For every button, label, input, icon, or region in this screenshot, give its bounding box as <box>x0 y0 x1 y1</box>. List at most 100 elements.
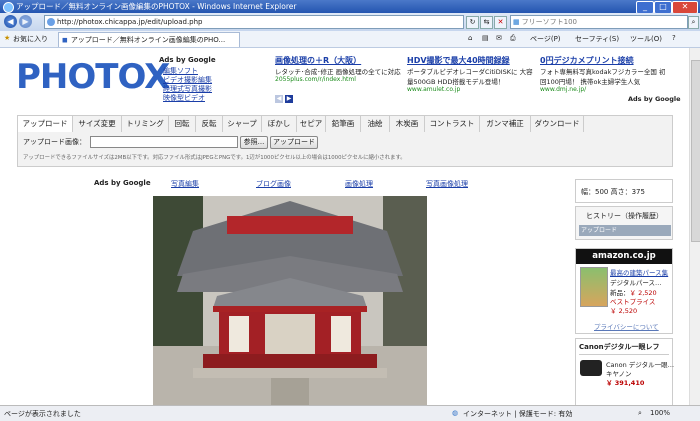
camera-image[interactable] <box>580 360 602 376</box>
divider <box>579 354 669 355</box>
mail-icon[interactable]: ✉ <box>496 34 502 42</box>
home-icon[interactable]: ⌂ <box>468 34 472 42</box>
ads-by-google-label-3[interactable]: Ads by Google <box>94 179 151 187</box>
status-text: ページが表示されました <box>4 410 81 418</box>
tab-sharp[interactable]: シャープ <box>223 116 262 132</box>
ad-link-image-processing[interactable]: 画像処理 <box>345 179 373 189</box>
feed-icon[interactable]: ▤ <box>482 34 489 42</box>
privacy-link[interactable]: プライバシーについて <box>594 321 659 331</box>
upload-button[interactable]: アップロード <box>270 136 318 149</box>
back-icon[interactable]: ◀ <box>4 15 17 28</box>
ad-title[interactable]: 0円デジカメプリント接続 <box>540 55 668 66</box>
favorites-button[interactable]: お気に入り <box>13 34 48 44</box>
ad-text: フォト専無料写真kodakフジカラー全国 初回100円場！ 携帯ok主婦学生人気 <box>540 68 666 86</box>
ad-block-1[interactable]: 画像処理の＋R（大阪） レタッチ･合成･修正 画像処理の全てに対応 2055pl… <box>275 55 401 83</box>
tab-sepia[interactable]: セピア <box>297 116 326 132</box>
tab-oil[interactable]: 油絵 <box>361 116 390 132</box>
ad-title[interactable]: HDV撮影で最大40時間録録 <box>407 55 535 66</box>
ad-block-3[interactable]: 0円デジカメプリント接続 フォト専無料写真kodakフジカラー全国 初回100円… <box>540 55 668 93</box>
tab-title: アップロード／無料オンライン画像編集のPHO... <box>70 36 226 44</box>
tool-tabs: アップロード サイズ変更 トリミング 回転 反転 シャープ ぼかし セピア 鉛筆… <box>17 115 673 133</box>
history-title: ヒストリー（操作履歴） <box>586 212 663 220</box>
ad-url[interactable]: 2055plus.com/r/index.html <box>275 76 401 83</box>
zone-text[interactable]: インターネット | 保護モード: 有効 <box>463 409 572 419</box>
tab-rotate[interactable]: 回転 <box>169 116 196 132</box>
tab-gamma[interactable]: ガンマ補正 <box>480 116 531 132</box>
vertical-scrollbar[interactable] <box>689 48 700 405</box>
book-title-link[interactable]: 最高の建築パース集 <box>610 267 668 277</box>
ad-url[interactable]: www.dmj.ne.jp/ <box>540 86 668 93</box>
book-cover-image[interactable] <box>580 267 608 307</box>
ad-url[interactable]: www.amulet.co.jp <box>407 86 535 93</box>
browse-button[interactable]: 参照... <box>240 136 268 149</box>
title-bar: アップロード／無料オンライン画像編集のPHOTOX - Windows Inte… <box>0 0 700 14</box>
ad-link-photo-processing[interactable]: 写真画像処理 <box>426 179 468 189</box>
search-placeholder: フリーソフト100 <box>521 18 577 26</box>
tools-menu[interactable]: ツール(O) <box>630 34 662 44</box>
canon-title[interactable]: Canonデジタル一眼レフ <box>579 342 660 352</box>
internet-globe-icon: ◍ <box>452 409 459 417</box>
window-title: アップロード／無料オンライン画像編集のPHOTOX - Windows Inte… <box>16 2 297 11</box>
tab-pencil[interactable]: 鉛筆画 <box>326 116 361 132</box>
tab-download[interactable]: ダウンロード <box>531 116 584 132</box>
forward-icon[interactable]: ▶ <box>19 15 32 28</box>
ie-logo-icon <box>3 2 14 13</box>
upload-label: アップロード画像： <box>23 138 86 146</box>
canon-price: ￥ 391,410 <box>606 379 645 387</box>
star-icon: ★ <box>4 34 11 42</box>
tab-contrast[interactable]: コントラスト <box>425 116 480 132</box>
ad-block-2[interactable]: HDV撮影で最大40時間録録 ポータブルビデオレコーダCitiDISKに 大容量… <box>407 55 535 93</box>
ads-by-google-label[interactable]: Ads by Google <box>159 56 216 64</box>
amazon-widget: amazon.co.jp 最高の建築パース集 デジタルパース… 新品：￥ 2,5… <box>575 248 673 334</box>
product-name: デジタルパース… <box>610 279 662 287</box>
scroll-thumb[interactable] <box>691 60 700 242</box>
history-panel: ヒストリー（操作履歴） アップロード <box>575 206 673 240</box>
tab-flip[interactable]: 反転 <box>196 116 223 132</box>
size-info-box: 幅：500 高さ：375 <box>575 179 673 203</box>
upload-note: アップロードできるファイルサイズは2MB以下です。対応ファイル形式はJPEGとP… <box>23 155 406 161</box>
ad-text: ポータブルビデオレコーダCitiDISKに 大容量500GB HDD搭載モデル登… <box>407 68 533 86</box>
ads-by-google-label-2[interactable]: Ads by Google <box>628 95 681 103</box>
stop-icon[interactable]: ✕ <box>494 16 507 29</box>
ad-prev-icon[interactable]: ◀ <box>275 95 283 103</box>
help-icon[interactable]: ? <box>672 34 676 42</box>
url-text: http://photox.chicappa.jp/edit/upload.ph… <box>57 18 203 26</box>
shrine-photo-graphic <box>153 196 427 405</box>
canon-widget: Canonデジタル一眼レフ Canon デジタル一眼… キヤノン ￥ 391,4… <box>575 338 674 405</box>
url-input[interactable]: http://photox.chicappa.jp/edit/upload.ph… <box>44 15 464 29</box>
refresh-icon[interactable]: ↻ <box>466 16 479 29</box>
side-link-4[interactable]: 映像型ビデオ <box>163 93 205 103</box>
tab-charcoal[interactable]: 木炭画 <box>390 116 425 132</box>
ad-text: レタッチ･合成･修正 画像処理の全てに対応 <box>275 68 401 76</box>
tab-blur[interactable]: ぼかし <box>262 116 297 132</box>
site-logo[interactable]: PHOTOX <box>16 57 170 97</box>
browser-tab[interactable]: ◼ アップロード／無料オンライン画像編集のPHO... <box>58 32 240 47</box>
tab-upload[interactable]: アップロード <box>18 116 73 132</box>
zoom-icon: ⌕ <box>638 409 642 417</box>
print-icon[interactable]: ⎙ <box>510 34 516 43</box>
address-bar: ◀ ▶ http://photox.chicappa.jp/edit/uploa… <box>0 13 700 32</box>
file-path-input[interactable] <box>90 136 238 148</box>
page-menu[interactable]: ページ(P) <box>530 34 561 44</box>
tab-trim[interactable]: トリミング <box>122 116 169 132</box>
zoom-level[interactable]: 100% <box>650 409 670 417</box>
compat-icon[interactable]: ⇆ <box>480 16 493 29</box>
search-input[interactable]: ▦ フリーソフト100 <box>510 15 688 29</box>
search-go-icon[interactable]: ⌕ <box>688 16 699 29</box>
upload-panel: アップロード画像： 参照... アップロード アップロードできるファイルサイズは… <box>17 132 673 167</box>
search-provider-icon: ▦ <box>513 18 520 26</box>
tab-resize[interactable]: サイズ変更 <box>73 116 122 132</box>
ad-link-blog-image[interactable]: ブログ画像 <box>256 179 291 189</box>
ad-title[interactable]: 画像処理の＋R（大阪） <box>275 55 401 66</box>
uploaded-photo <box>153 196 427 405</box>
ad-link-photo-edit[interactable]: 写真編集 <box>171 179 199 189</box>
page-icon <box>47 18 55 26</box>
tab-favicon-icon: ◼ <box>62 36 68 44</box>
amazon-logo[interactable]: amazon.co.jp <box>576 249 672 264</box>
status-bar: ページが表示されました ◍ インターネット | 保護モード: 有効 ⌕ 100% <box>0 405 700 421</box>
best-price: ￥ 2,520 <box>610 307 638 315</box>
favorites-bar: ★ お気に入り ◼ アップロード／無料オンライン画像編集のPHO... ⌂ ▤ ✉… <box>0 31 700 48</box>
safety-menu[interactable]: セーフティ(S) <box>575 34 619 44</box>
ad-next-icon[interactable]: ▶ <box>285 95 293 103</box>
history-item[interactable]: アップロード <box>579 225 671 236</box>
